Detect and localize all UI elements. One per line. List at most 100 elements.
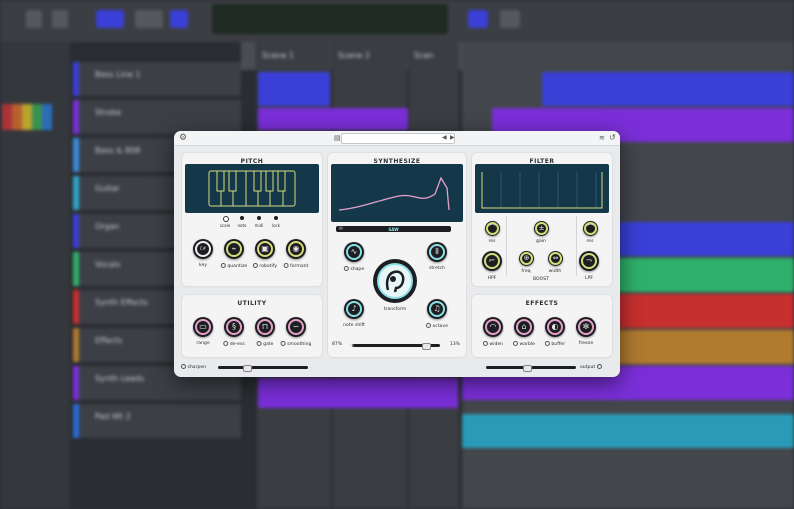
toggle-dot[interactable] (256, 341, 262, 346)
toggle-dot[interactable] (220, 263, 226, 268)
next-preset-icon[interactable]: ▶ (450, 133, 455, 143)
pitch-keyboard-display[interactable] (185, 164, 319, 213)
toggle-dot[interactable] (181, 364, 186, 369)
keyboard-graphic (208, 170, 296, 207)
stretch-knob[interactable]: ⦀ (427, 242, 447, 262)
toolbar-button[interactable] (52, 10, 68, 28)
gate-knob[interactable]: ⊓ (255, 317, 275, 337)
lock-toggle[interactable] (274, 216, 278, 220)
width-icon: ⇔ (552, 254, 559, 262)
toggle-dot[interactable] (426, 323, 431, 328)
output-slider[interactable] (486, 365, 576, 372)
smoothing-icon: ∽ (292, 322, 300, 331)
formant-knob[interactable]: ◉ (286, 239, 306, 259)
key-knob[interactable]: C# (193, 239, 213, 259)
buffer-knob[interactable]: ◐ (545, 317, 565, 337)
track-name: Vocals (95, 260, 121, 269)
undo-icon[interactable]: ↺ (609, 133, 616, 143)
transform-knob[interactable] (373, 259, 417, 303)
toolbar-button[interactable] (96, 10, 124, 28)
lpf-res-knob[interactable]: ⌒ (583, 221, 598, 236)
toggle-dot[interactable] (223, 341, 229, 346)
waveform-display[interactable] (331, 164, 463, 222)
toggle-dot[interactable] (283, 263, 289, 268)
key-label: key (198, 263, 208, 268)
widen-knob[interactable]: ◠ (483, 317, 503, 337)
clip[interactable] (258, 108, 408, 130)
range-icon: ▭ (199, 322, 207, 331)
note-shift-knob[interactable]: ♪ (344, 299, 364, 319)
toolbar-button[interactable] (135, 10, 163, 28)
formant-label-text: formant (290, 264, 309, 269)
toggle-dot[interactable] (280, 341, 286, 346)
sharpen-slider-thumb[interactable] (243, 365, 252, 372)
res-left-label: res (488, 239, 496, 244)
toggle-dot[interactable] (544, 341, 550, 346)
octave-knob[interactable]: ♫ (427, 299, 447, 319)
smoothing-knob[interactable]: ∽ (286, 317, 306, 337)
midi-toggle[interactable] (257, 216, 261, 220)
output-slider-thumb[interactable] (523, 365, 532, 372)
de-ess-icon: § (232, 322, 236, 331)
stack-icon[interactable]: ≋ (599, 133, 605, 143)
toolbar-button[interactable] (26, 10, 42, 28)
hpf-knob[interactable]: ⌐ (482, 251, 502, 271)
de-ess-knob[interactable]: § (224, 317, 244, 337)
filter-response-display[interactable] (475, 164, 609, 213)
range-knob[interactable]: ▭ (193, 317, 213, 337)
note-toggle[interactable] (240, 216, 244, 220)
mix-slider-thumb[interactable] (422, 343, 431, 350)
color-palette[interactable] (2, 104, 52, 130)
clip[interactable] (542, 72, 794, 106)
daw-track-header[interactable]: Bass Line 1 (73, 62, 241, 97)
gear-icon[interactable]: ⚙ (179, 133, 187, 143)
buffer-label-text: buffer (551, 342, 566, 347)
daw-track-header[interactable]: Strobe (73, 100, 241, 135)
toolbar-button[interactable] (468, 10, 488, 28)
toolbar-button[interactable] (500, 10, 520, 28)
transform-ring (377, 263, 413, 299)
plugin-window: ⚙ ▤ ◀ ▶ ≋ ↺ PITCH scale note midi lock C… (174, 131, 620, 377)
track-color-strip (73, 176, 79, 210)
boost-gain-knob[interactable]: ± (534, 221, 549, 236)
clip[interactable] (258, 378, 458, 408)
menu-icon[interactable]: ▤ (334, 133, 341, 143)
freeze-knob[interactable]: ✻ (576, 317, 596, 337)
scale-toggle[interactable] (223, 216, 229, 222)
boost-label: BOOST (532, 277, 550, 282)
quantize-knob[interactable]: ⌁ (224, 239, 244, 259)
buffer-icon: ◐ (551, 322, 559, 331)
toggle-dot[interactable] (513, 341, 519, 346)
clip[interactable] (462, 414, 794, 448)
prev-preset-icon[interactable]: ◀ (442, 133, 447, 143)
width-knob[interactable]: ⇔ (548, 251, 563, 266)
scene-header[interactable]: Scen (414, 51, 433, 60)
track-color-strip (73, 328, 79, 362)
snowflake-icon: ✻ (582, 322, 590, 331)
preset-selector[interactable] (341, 133, 455, 144)
toolbar-button[interactable] (170, 10, 188, 28)
warble-label-text: warble (519, 342, 535, 347)
clip[interactable] (258, 72, 330, 106)
robot-icon: ▣ (261, 244, 269, 253)
robotify-label: robotify (252, 263, 277, 269)
freq-knob[interactable]: ⊕ (519, 251, 534, 266)
wave-selector[interactable]: ▤ SAW (336, 225, 451, 232)
hpf-res-knob[interactable]: ⌒ (485, 221, 500, 236)
transform-label: transform (383, 307, 407, 312)
mix-slider[interactable]: ▤ (350, 342, 440, 350)
track-color-strip (73, 100, 79, 134)
toggle-dot[interactable] (482, 341, 488, 346)
scene-header[interactable]: Scene 1 (262, 51, 294, 60)
scene-header[interactable]: Scene 2 (338, 51, 370, 60)
toggle-dot[interactable] (252, 263, 258, 268)
shape-knob[interactable]: ∿ (344, 242, 364, 262)
lpf-knob[interactable]: ¬ (579, 251, 599, 271)
toggle-dot[interactable] (343, 266, 349, 271)
freeze-label: freeze (578, 341, 594, 346)
toggle-dot[interactable] (596, 364, 602, 369)
robotify-knob[interactable]: ▣ (255, 239, 275, 259)
daw-track-header[interactable]: Pad Wt 2 (73, 404, 241, 439)
warble-knob[interactable]: ⌂ (514, 317, 534, 337)
sharpen-slider[interactable] (218, 365, 308, 372)
